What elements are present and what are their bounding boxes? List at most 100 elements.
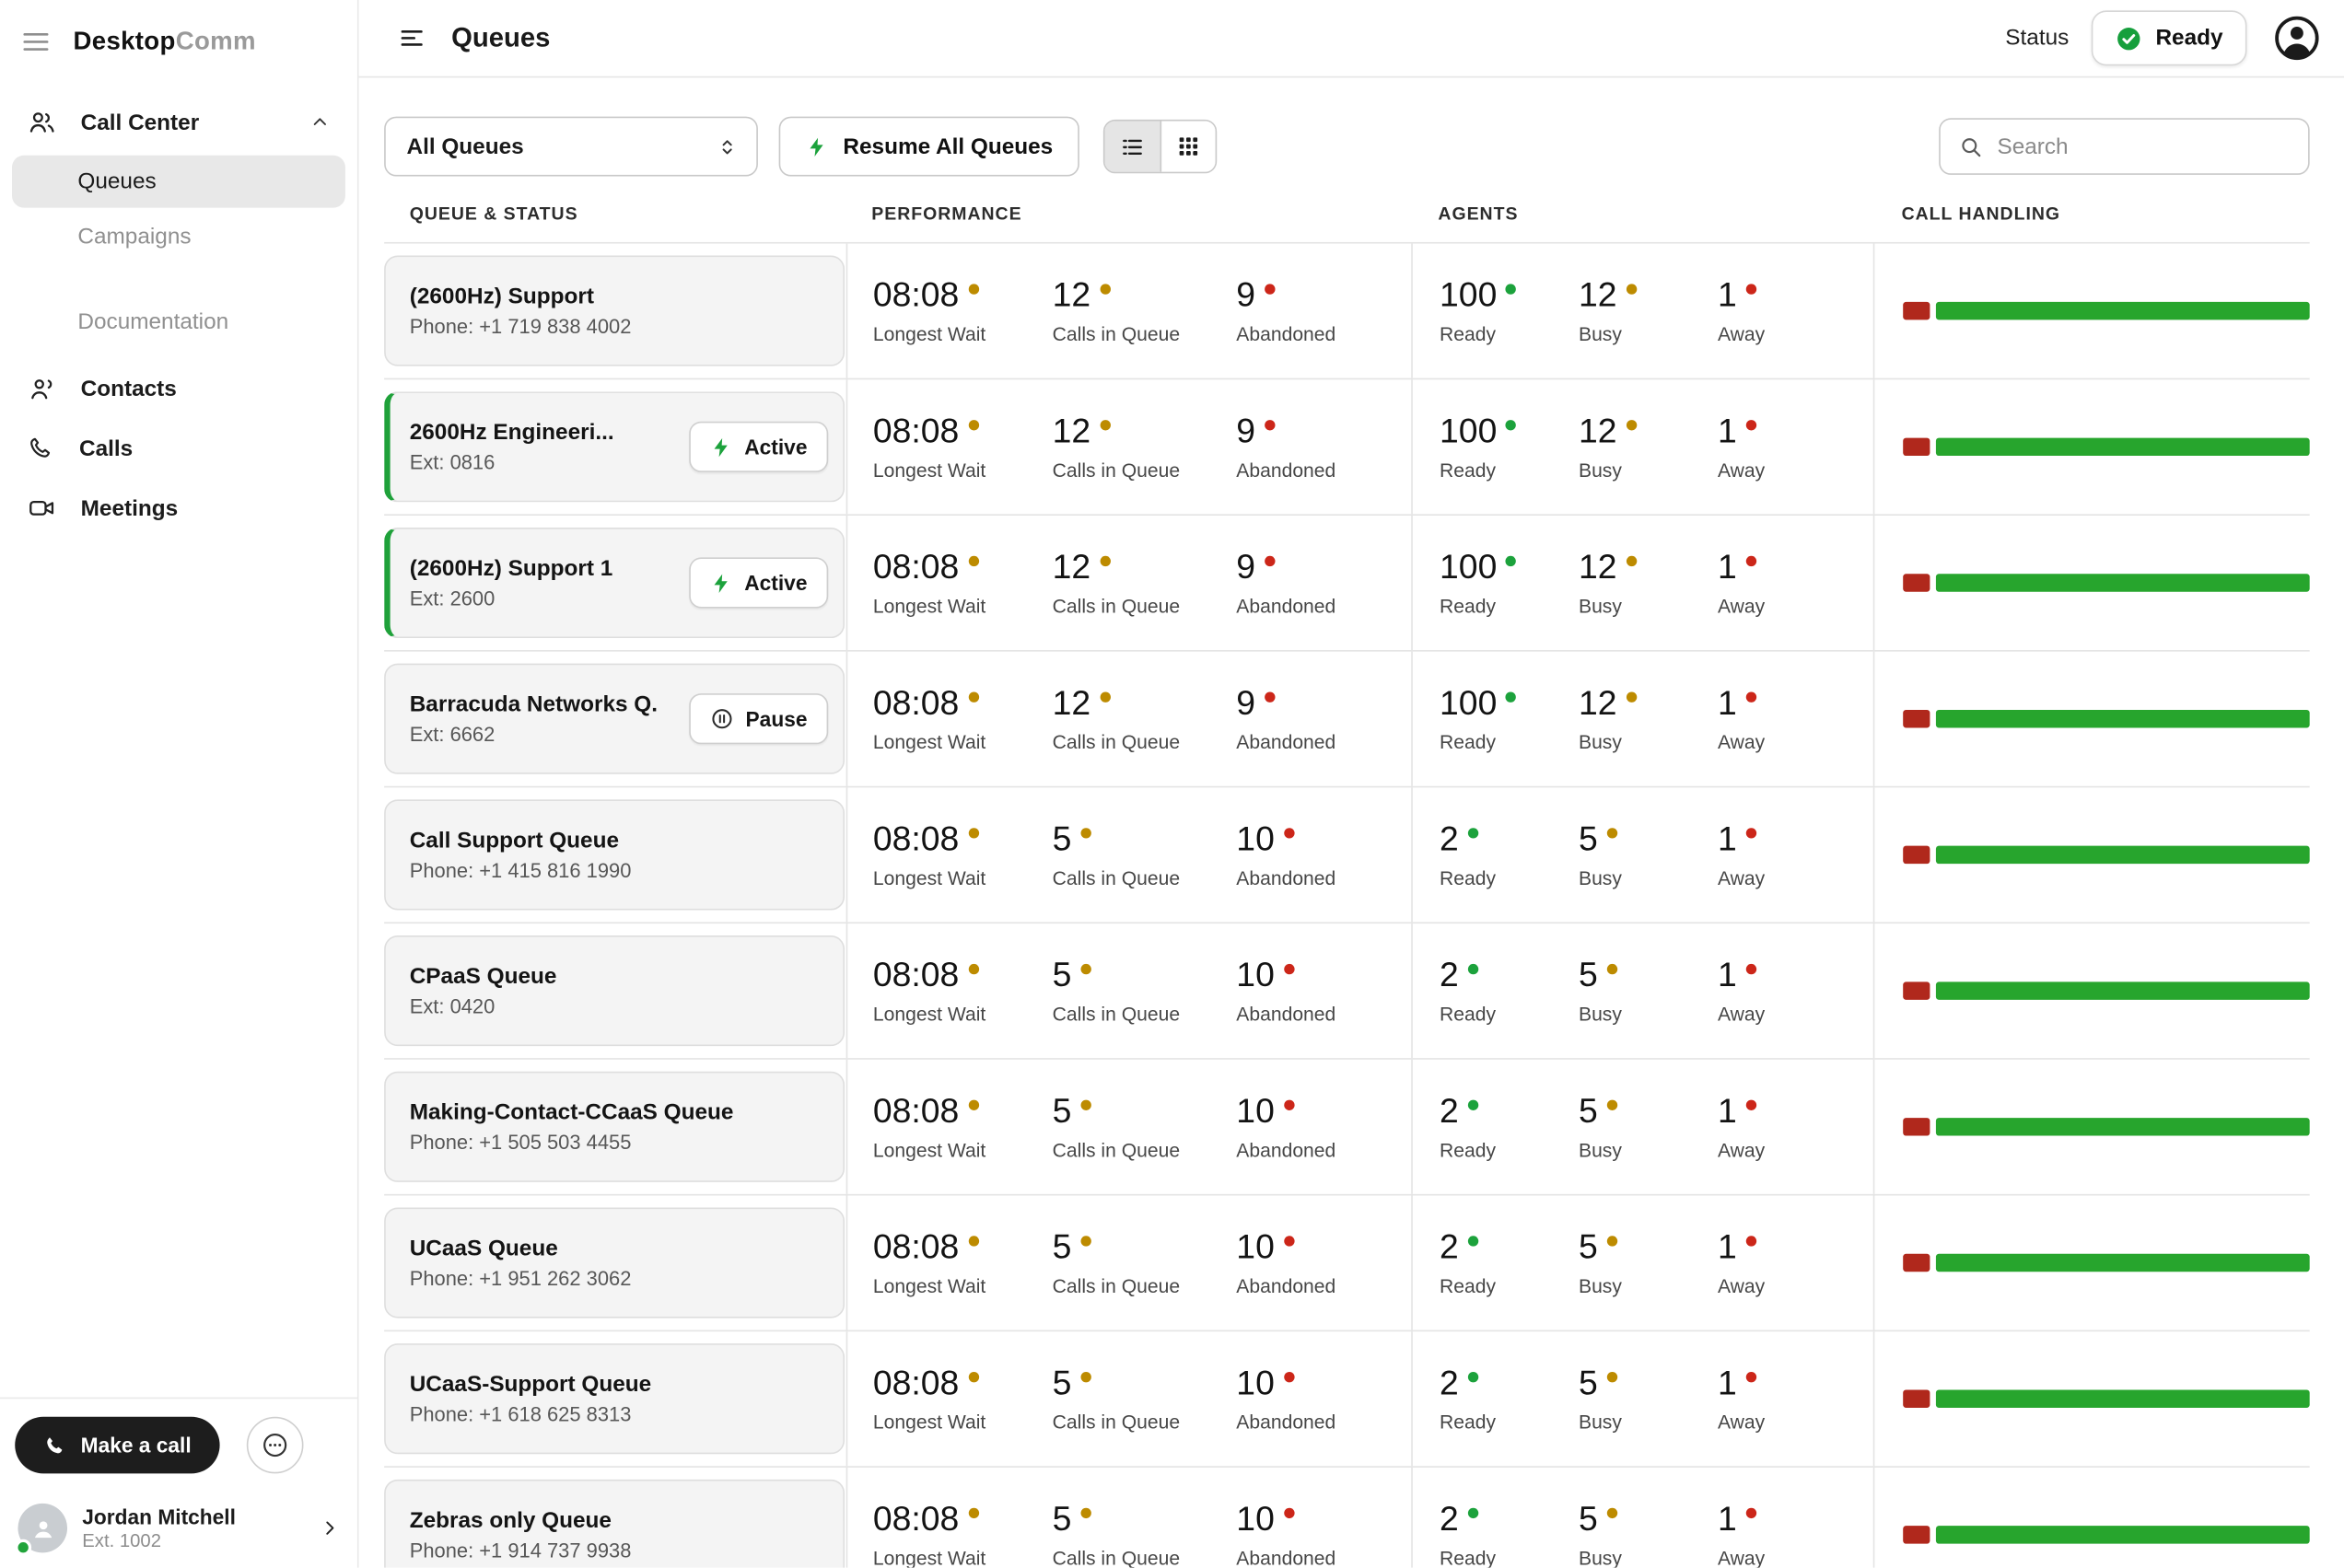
- queue-card[interactable]: UCaaS Queue Phone: +1 951 262 3062: [384, 1207, 845, 1318]
- metric-calls-in-queue: 5 Calls in Queue: [1053, 1501, 1237, 1567]
- red-status-dot: [1745, 285, 1755, 295]
- metric-longest-wait: 08:08 Longest Wait: [873, 685, 1053, 752]
- busy-label: Busy: [1579, 866, 1718, 889]
- metric-away: 1 Away: [1718, 685, 1765, 752]
- queue-card[interactable]: Barracuda Networks Q. Ext: 6662 Pause: [384, 664, 845, 774]
- amber-status-dot: [1607, 829, 1617, 839]
- away-label: Away: [1718, 322, 1765, 344]
- user-menu[interactable]: Jordan Mitchell Ext. 1002: [15, 1504, 342, 1553]
- ready-value: 2: [1440, 1093, 1459, 1129]
- person-circle-icon: [2273, 15, 2319, 61]
- ready-label: Ready: [1440, 730, 1579, 752]
- check-circle-icon: [2116, 25, 2142, 52]
- sidebar: DesktopComm Call Center Queues Campaigns: [0, 0, 359, 1568]
- queue-state-button[interactable]: Pause: [689, 693, 828, 744]
- metric-longest-wait: 08:08 Longest Wait: [873, 1501, 1053, 1567]
- column-header-agents: AGENTS: [1411, 203, 1873, 225]
- sidebar-item-campaigns[interactable]: Campaigns: [12, 211, 345, 263]
- page-title: Queues: [451, 22, 550, 53]
- queue-card[interactable]: Making-Contact-CCaaS Queue Phone: +1 505…: [384, 1072, 845, 1182]
- metric-abandoned: 10 Abandoned: [1236, 957, 1335, 1024]
- metric-busy: 12 Busy: [1579, 413, 1718, 481]
- column-header-call-handling: CALL HANDLING: [1873, 203, 2310, 225]
- metric-ready: 100 Ready: [1440, 413, 1579, 481]
- chevron-right-icon: [320, 1518, 339, 1538]
- abandoned-label: Abandoned: [1236, 730, 1335, 752]
- metric-abandoned: 10 Abandoned: [1236, 821, 1335, 889]
- queue-card[interactable]: CPaaS Queue Ext: 0420: [384, 935, 845, 1046]
- logo-bold: Desktop: [74, 27, 176, 55]
- red-status-dot: [1745, 1237, 1755, 1247]
- menu-icon[interactable]: [398, 24, 426, 52]
- more-options-button[interactable]: [247, 1417, 304, 1474]
- resume-all-queues-button[interactable]: Resume All Queues: [779, 117, 1080, 177]
- queue-name: Barracuda Networks Q.: [410, 691, 658, 717]
- metric-calls-in-queue: 12 Calls in Queue: [1053, 685, 1237, 752]
- grid-view-button[interactable]: [1160, 121, 1216, 171]
- red-status-dot: [1284, 829, 1294, 839]
- metric-abandoned: 9 Abandoned: [1236, 277, 1335, 344]
- call-handling-bar: [1903, 438, 2309, 456]
- amber-status-dot: [968, 692, 978, 703]
- search-input[interactable]: [1997, 134, 2290, 159]
- queue-state-button[interactable]: Active: [689, 422, 828, 472]
- sidebar-item-contacts[interactable]: Contacts: [12, 359, 345, 419]
- metric-busy: 12 Busy: [1579, 549, 1718, 616]
- queue-filter-select[interactable]: All Queues: [384, 117, 758, 177]
- queue-subtitle: Ext: 0816: [410, 451, 614, 473]
- abandoned-value: 9: [1236, 549, 1255, 585]
- queue-name: UCaaS Queue: [410, 1236, 632, 1261]
- queue-subtitle: Phone: +1 914 737 9938: [410, 1539, 632, 1562]
- metric-calls-in-queue: 5 Calls in Queue: [1053, 1093, 1237, 1160]
- bar-handled-segment: [1935, 1118, 2309, 1135]
- green-status-dot: [1468, 1237, 1478, 1247]
- make-a-call-button[interactable]: Make a call: [15, 1417, 219, 1474]
- sidebar-item-calls[interactable]: Calls: [12, 418, 345, 478]
- account-button[interactable]: [2269, 11, 2323, 64]
- away-label: Away: [1718, 1410, 1765, 1432]
- busy-label: Busy: [1579, 1138, 1718, 1160]
- sidebar-item-call-center[interactable]: Call Center: [12, 93, 345, 153]
- longest-wait-label: Longest Wait: [873, 1546, 1053, 1567]
- queue-card[interactable]: (2600Hz) Support 1 Ext: 2600 Active: [384, 528, 845, 638]
- queue-subtitle: Phone: +1 618 625 8313: [410, 1403, 651, 1425]
- busy-label: Busy: [1579, 1546, 1718, 1567]
- queue-card[interactable]: Call Support Queue Phone: +1 415 816 199…: [384, 799, 845, 910]
- sidebar-item-queues[interactable]: Queues: [12, 156, 345, 208]
- queue-card[interactable]: Zebras only Queue Phone: +1 914 737 9938: [384, 1480, 845, 1568]
- queue-row: CPaaS Queue Ext: 0420 08:08 Longest Wait…: [384, 923, 2310, 1060]
- queue-state-button[interactable]: Active: [689, 557, 828, 608]
- sidebar-item-meetings[interactable]: Meetings: [12, 478, 345, 538]
- ready-label: Ready: [1440, 1002, 1579, 1024]
- metric-away: 1 Away: [1718, 1501, 1765, 1567]
- bar-handled-segment: [1935, 710, 2309, 727]
- bar-lost-segment: [1903, 1389, 1930, 1407]
- resume-all-label: Resume All Queues: [843, 134, 1053, 159]
- status-ready-button[interactable]: Ready: [2092, 10, 2247, 65]
- red-status-dot: [1265, 421, 1275, 431]
- metric-busy: 12 Busy: [1579, 277, 1718, 344]
- calls-in-queue-value: 12: [1053, 413, 1091, 449]
- calls-in-queue-value: 5: [1053, 821, 1072, 857]
- bar-lost-segment: [1903, 1526, 1930, 1543]
- list-view-icon: [1120, 134, 1146, 159]
- abandoned-value: 10: [1236, 821, 1275, 857]
- list-view-button[interactable]: [1105, 121, 1160, 171]
- queue-card[interactable]: UCaaS-Support Queue Phone: +1 618 625 83…: [384, 1343, 845, 1454]
- sidebar-item-documentation[interactable]: Documentation: [12, 296, 345, 346]
- away-label: Away: [1718, 1274, 1765, 1296]
- hamburger-icon[interactable]: [21, 27, 51, 56]
- longest-wait-label: Longest Wait: [873, 1274, 1053, 1296]
- red-status-dot: [1745, 829, 1755, 839]
- metric-away: 1 Away: [1718, 1093, 1765, 1160]
- queue-card[interactable]: 2600Hz Engineeri... Ext: 0816 Active: [384, 391, 845, 502]
- queue-card[interactable]: (2600Hz) Support Phone: +1 719 838 4002: [384, 256, 845, 366]
- green-status-dot: [1468, 1373, 1478, 1383]
- call-handling-bar: [1903, 846, 2309, 864]
- busy-label: Busy: [1579, 594, 1718, 616]
- green-status-dot: [1468, 829, 1478, 839]
- chevron-up-icon[interactable]: [309, 112, 331, 134]
- amber-status-dot: [1100, 692, 1110, 703]
- busy-label: Busy: [1579, 1410, 1718, 1432]
- amber-status-dot: [968, 556, 978, 566]
